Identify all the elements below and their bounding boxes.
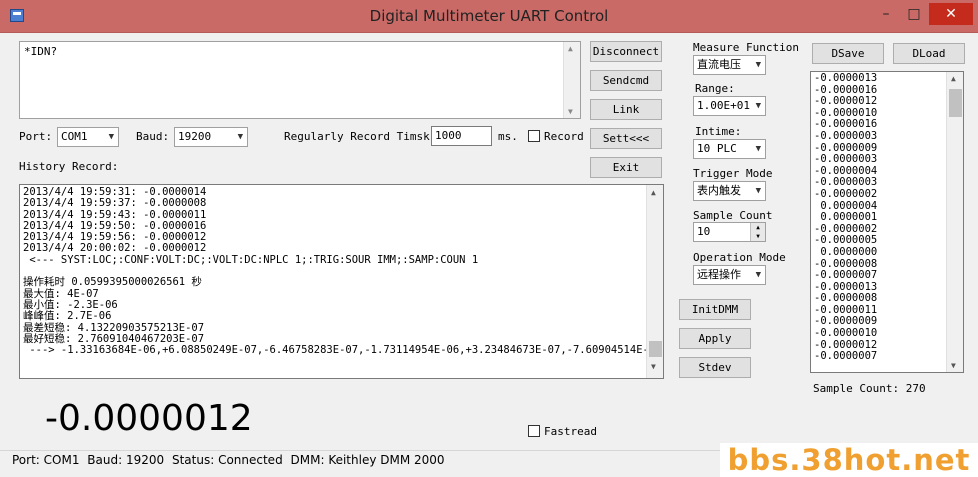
history-line: 2013/4/4 19:59:37: -0.0000008 — [23, 197, 207, 210]
scroll-down-icon[interactable]: ▼ — [951, 361, 956, 370]
range-select[interactable]: 1.00E+01 ▼ — [693, 96, 766, 116]
sample-count-value: 10 — [697, 225, 711, 238]
sample-count-label: Sample Count — [693, 209, 773, 222]
list-item[interactable]: -0.0000003 — [814, 130, 877, 143]
record-interval-unit: ms. — [498, 130, 518, 143]
list-item[interactable]: -0.0000007 — [814, 351, 877, 363]
scroll-up-icon[interactable]: ▲ — [568, 44, 573, 53]
operation-mode-label: Operation Mode — [693, 251, 786, 264]
current-reading: -0.0000012 — [45, 398, 253, 439]
list-item[interactable]: -0.0000010 — [814, 327, 877, 340]
status-connection: Status: Connected — [171, 453, 283, 467]
history-scrollbar[interactable]: ▲ ▼ — [646, 185, 663, 378]
intime-label: Intime: — [695, 125, 742, 138]
chevron-down-icon: ▼ — [755, 60, 761, 70]
trigger-mode-value: 表内触发 — [697, 184, 741, 197]
history-line: <--- SYST:LOC;:CONF:VOLT:DC;:VOLT:DC:NPL… — [23, 253, 479, 266]
command-scrollbar[interactable]: ▲ ▼ — [563, 42, 580, 118]
scroll-down-icon[interactable]: ▼ — [568, 107, 573, 116]
exit-button[interactable]: Exit — [590, 157, 662, 178]
list-item[interactable]: -0.0000007 — [814, 269, 877, 282]
trigger-mode-select[interactable]: 表内触发 ▼ — [693, 181, 766, 201]
status-port: Port: COM1 — [12, 453, 80, 467]
fastread-checkbox[interactable] — [528, 425, 540, 437]
port-select[interactable]: COM1 ▼ — [57, 127, 119, 147]
scroll-up-icon[interactable]: ▲ — [951, 74, 956, 83]
baud-label: Baud: — [136, 130, 170, 143]
intime-select[interactable]: 10 PLC ▼ — [693, 139, 766, 159]
sample-list[interactable]: -0.0000013 -0.0000016 -0.0000012 -0.0000010… — [810, 71, 964, 373]
fastread-label: Fastread — [544, 425, 597, 438]
operation-mode-value: 远程操作 — [697, 268, 741, 281]
status-dmm: DMM: Keithley DMM 2000 — [290, 453, 445, 467]
scroll-up-icon[interactable]: ▲ — [651, 188, 656, 197]
chevron-down-icon: ▼ — [108, 132, 114, 142]
scroll-thumb[interactable] — [949, 89, 962, 117]
sample-count-total-value: 270 — [905, 382, 926, 395]
dsave-button[interactable]: DSave — [812, 43, 884, 64]
measure-function-value: 直流电压 — [697, 58, 741, 71]
dload-button[interactable]: DLoad — [893, 43, 965, 64]
range-label: Range: — [695, 82, 735, 95]
history-record-box[interactable]: 2013/4/4 19:59:31: -0.0000014 2013/4/4 19… — [19, 184, 664, 379]
history-line: 峰峰值: 2.7E-06 — [23, 310, 112, 323]
window-title: Digital Multimeter UART Control — [369, 7, 609, 25]
record-checkbox[interactable] — [528, 130, 540, 142]
minimize-button[interactable]: – — [872, 3, 900, 25]
stepper-up-icon[interactable]: ▲ — [750, 223, 765, 232]
list-item[interactable]: 0.0000001 — [814, 212, 877, 224]
history-line: 最小值: -2.3E-06 — [23, 298, 118, 311]
chevron-down-icon: ▼ — [755, 270, 761, 280]
chevron-down-icon: ▼ — [755, 186, 761, 196]
sample-items: -0.0000013 -0.0000016 -0.0000012 -0.0000010… — [814, 72, 877, 363]
status-baud: Baud: 19200 — [87, 453, 165, 467]
settings-toggle-button[interactable]: Sett<<< — [590, 128, 662, 149]
measure-function-select[interactable]: 直流电压 ▼ — [693, 55, 766, 75]
list-item[interactable]: -0.0000013 — [814, 72, 877, 85]
chevron-down-icon: ▼ — [755, 101, 761, 111]
record-checkbox-label: Record — [544, 130, 584, 143]
intime-value: 10 PLC — [697, 142, 737, 155]
scroll-down-icon[interactable]: ▼ — [651, 362, 656, 371]
history-line: 操作耗时 0.0599395000026561 秒 — [23, 276, 202, 289]
record-interval-label: Regularly Record Timsk: — [284, 130, 437, 143]
history-line: ---> -1.33163684E-06,+6.08850249E-07,-6.… — [23, 344, 649, 357]
sample-count-stepper[interactable]: 10 ▲ ▼ — [693, 222, 766, 242]
chevron-down-icon: ▼ — [755, 144, 761, 154]
disconnect-button[interactable]: Disconnect — [590, 41, 662, 62]
sample-count-total: Sample Count: 270 — [813, 382, 926, 395]
command-input[interactable]: *IDN? ▲ ▼ — [19, 41, 581, 119]
baud-value: 19200 — [178, 130, 212, 143]
stepper-down-icon[interactable]: ▼ — [750, 232, 765, 241]
sendcmd-button[interactable]: Sendcmd — [590, 70, 662, 91]
range-value: 1.00E+01 — [697, 99, 750, 112]
initdmm-button[interactable]: InitDMM — [679, 299, 751, 320]
list-item[interactable]: -0.0000002 — [814, 188, 877, 201]
baud-select[interactable]: 19200 ▼ — [174, 127, 248, 147]
history-lines: 2013/4/4 19:59:31: -0.0000014 2013/4/4 19… — [23, 186, 649, 357]
apply-button[interactable]: Apply — [679, 328, 751, 349]
port-value: COM1 — [61, 130, 88, 143]
list-item[interactable]: -0.0000003 — [814, 154, 877, 166]
record-interval-input[interactable]: 1000 — [431, 126, 492, 146]
operation-mode-select[interactable]: 远程操作 ▼ — [693, 265, 766, 285]
trigger-mode-label: Trigger Mode — [693, 167, 773, 180]
chevron-down-icon: ▼ — [237, 132, 243, 142]
measure-function-label: Measure Function — [693, 41, 799, 54]
watermark: bbs.38hot.net — [720, 443, 978, 477]
list-item[interactable]: 0.0000000 — [814, 246, 877, 259]
port-label: Port: — [19, 130, 53, 143]
stdev-button[interactable]: Stdev — [679, 357, 751, 378]
maximize-button[interactable]: □ — [900, 3, 928, 25]
sample-count-total-label: Sample Count: — [813, 382, 900, 395]
command-text: *IDN? — [24, 45, 58, 58]
scroll-thumb[interactable] — [649, 341, 662, 357]
close-button[interactable]: ✕ — [929, 3, 973, 25]
link-button[interactable]: Link — [590, 99, 662, 120]
history-label: History Record: — [19, 160, 119, 173]
sample-scrollbar[interactable]: ▲ ▼ — [946, 72, 963, 372]
